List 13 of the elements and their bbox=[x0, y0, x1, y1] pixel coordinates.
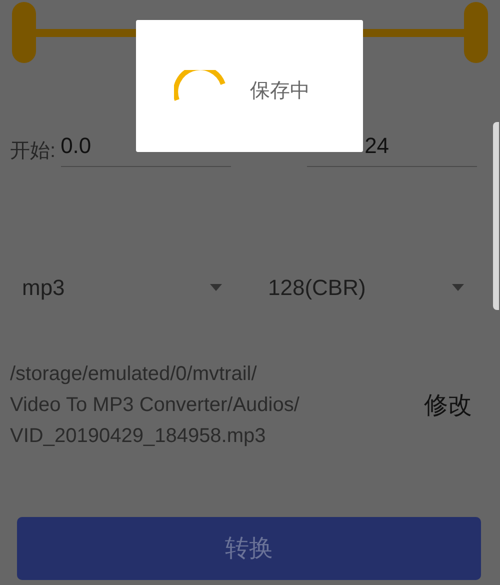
slider-thumb[interactable] bbox=[12, 2, 36, 63]
bitrate-dropdown[interactable]: 128(CBR) bbox=[268, 270, 464, 304]
start-label: 开始: bbox=[10, 139, 56, 163]
output-path: /storage/emulated/0/mvtrail/ Video To MP3 Converter/Audios/ VID_20190429_184958.mp3 bbox=[10, 362, 300, 449]
scrollbar[interactable] bbox=[493, 122, 499, 310]
slider-thumb[interactable] bbox=[464, 2, 488, 63]
format-dropdown[interactable]: mp3 bbox=[22, 270, 222, 304]
caret-icon bbox=[210, 284, 222, 290]
edit-button[interactable]: 修改 bbox=[424, 388, 472, 424]
dialog-message: 保存中 bbox=[250, 79, 310, 104]
convert-button[interactable]: 转换 bbox=[17, 517, 481, 580]
spinner-icon bbox=[174, 70, 226, 102]
caret-icon bbox=[452, 284, 464, 290]
